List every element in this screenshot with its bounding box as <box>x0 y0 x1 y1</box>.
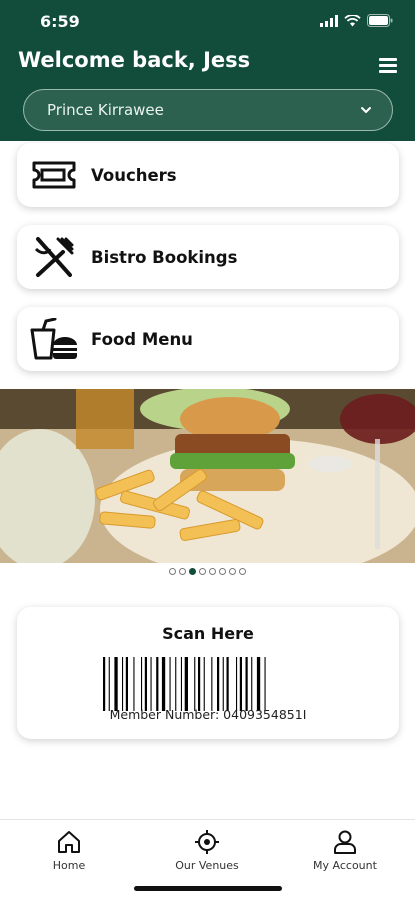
welcome-title: Welcome back, Jess <box>18 48 251 72</box>
nav-home-label: Home <box>52 859 86 872</box>
venue-dropdown-label: Prince Kirrawee <box>47 101 164 119</box>
venue-dropdown[interactable]: Prince Kirrawee <box>23 89 393 131</box>
wifi-icon <box>344 14 361 26</box>
nav-our-venues-label: Our Venues <box>175 859 239 872</box>
hamburger-menu-icon[interactable] <box>379 58 397 73</box>
carousel-dot[interactable] <box>239 568 246 575</box>
signal-icon <box>320 14 338 27</box>
nav-my-account-label: My Account <box>313 859 377 872</box>
scan-title: Scan Here <box>162 624 254 643</box>
vouchers-label: Vouchers <box>91 165 177 185</box>
vouchers-card[interactable]: Vouchers <box>17 143 399 207</box>
food-menu-card[interactable]: Food Menu <box>17 307 399 371</box>
scan-card: Scan Here Member Number: 0409354851I <box>17 607 399 739</box>
carousel-dot[interactable] <box>189 568 196 575</box>
carousel-dot[interactable] <box>209 568 216 575</box>
promo-banner-image[interactable] <box>0 389 415 563</box>
battery-icon <box>367 14 393 27</box>
carousel-dot[interactable] <box>179 568 186 575</box>
home-indicator <box>134 886 282 891</box>
carousel-dot[interactable] <box>229 568 236 575</box>
utensils-icon <box>29 235 79 279</box>
bistro-bookings-card[interactable]: Bistro Bookings <box>17 225 399 289</box>
user-icon <box>334 830 356 854</box>
home-icon <box>58 831 80 853</box>
status-icons <box>320 14 393 27</box>
carousel-dot[interactable] <box>169 568 176 575</box>
member-number: Member Number: 0409354851I <box>109 707 307 722</box>
bistro-bookings-label: Bistro Bookings <box>91 247 238 267</box>
nav-my-account[interactable]: My Account <box>285 828 405 872</box>
chevron-down-icon <box>361 107 371 113</box>
app-header: 6:59 Welcome back, Jess Prince Kirrawee <box>0 0 415 141</box>
drink-burger-icon <box>29 317 79 361</box>
status-time: 6:59 <box>40 12 80 31</box>
ticket-icon <box>29 153 79 197</box>
nav-our-venues[interactable]: Our Venues <box>147 828 267 872</box>
carousel-dot[interactable] <box>199 568 206 575</box>
location-target-icon <box>195 830 219 854</box>
food-menu-label: Food Menu <box>91 329 193 349</box>
carousel-indicator[interactable] <box>0 568 415 575</box>
barcode-image <box>103 657 266 711</box>
nav-home[interactable]: Home <box>9 828 129 872</box>
carousel-dot[interactable] <box>219 568 226 575</box>
